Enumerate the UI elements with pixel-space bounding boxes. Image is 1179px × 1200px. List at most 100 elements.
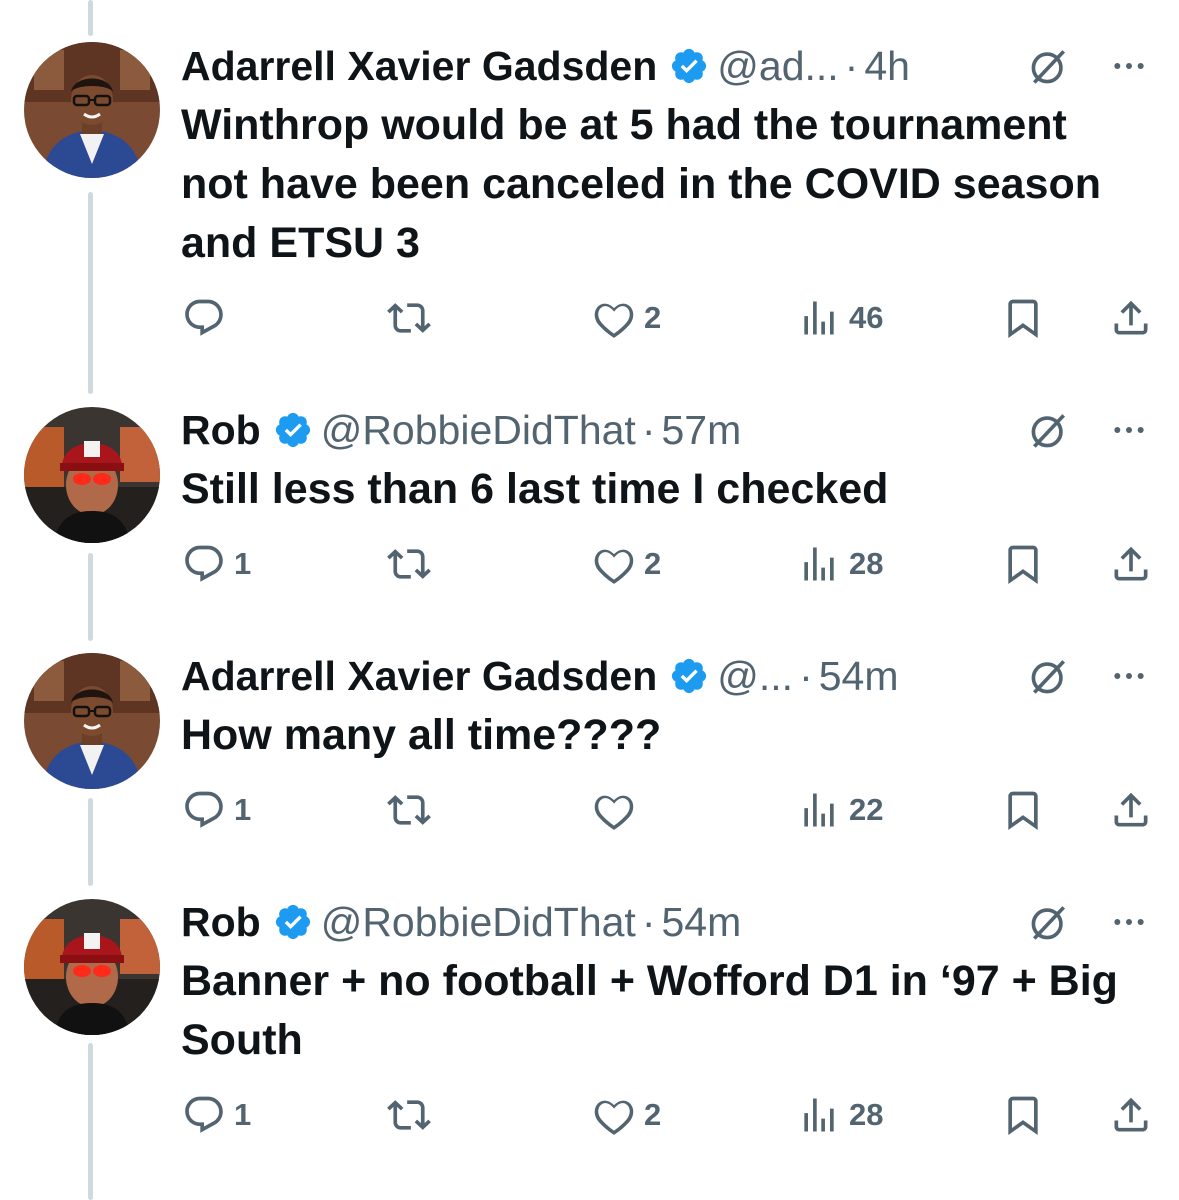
author-name[interactable]: Adarrell Xavier Gadsden [181, 646, 657, 706]
timestamp[interactable]: 57m [661, 400, 741, 460]
tweet-text: Banner + no football + Wofford D1 in ‘97… [181, 957, 1118, 1064]
author-name[interactable]: Rob [181, 892, 261, 952]
tweet-header: Rob @RobbieDidThat · 54m [181, 892, 1149, 952]
retweet-button[interactable] [387, 539, 439, 589]
bar-chart-icon [804, 793, 834, 827]
retweet-arrows-icon [387, 1100, 431, 1130]
bookmark-button[interactable] [1001, 293, 1045, 343]
author-handle[interactable]: @... [717, 646, 793, 706]
tweet-header: Rob @RobbieDidThat · 57m [181, 400, 1149, 460]
ellipsis-icon[interactable] [1109, 902, 1149, 942]
heart-outline-icon [594, 1100, 634, 1135]
bar-chart-icon [804, 1098, 834, 1132]
views-button[interactable]: 28 [797, 1090, 883, 1140]
tweet-text: Winthrop would be at 5 had the tournamen… [181, 101, 1101, 267]
speech-bubble-icon [185, 1096, 223, 1133]
action-bar: 1 22 [0, 785, 1179, 835]
retweet-arrows-icon [387, 303, 431, 333]
author-handle[interactable]: @RobbieDidThat [321, 892, 636, 952]
speech-bubble-icon [185, 545, 223, 582]
retweet-arrows-icon [387, 549, 431, 579]
timestamp[interactable]: 54m [819, 646, 899, 706]
heart-outline-icon [594, 795, 634, 830]
share-button[interactable] [1109, 785, 1153, 835]
like-count: 2 [644, 546, 662, 581]
author-name[interactable]: Adarrell Xavier Gadsden [181, 36, 657, 96]
avatar[interactable] [24, 899, 160, 1035]
reply-button[interactable]: 1 [182, 1090, 251, 1140]
reply-button[interactable]: 1 [182, 785, 251, 835]
grok-slash-circle-icon[interactable] [1027, 44, 1071, 88]
verified-badge-icon [275, 412, 310, 448]
view-count: 46 [849, 300, 884, 335]
share-button[interactable] [1109, 1090, 1153, 1140]
reply-button[interactable]: 1 [182, 539, 251, 589]
header-actions [1027, 892, 1149, 952]
retweet-button[interactable] [387, 293, 439, 343]
red-cap-avatar [24, 407, 160, 543]
ellipsis-icon[interactable] [1109, 656, 1149, 696]
bar-chart-icon [804, 301, 834, 335]
views-button[interactable]: 22 [797, 785, 883, 835]
tweet[interactable]: Rob @RobbieDidThat · 57m Still less than… [0, 380, 1179, 626]
reply-count: 1 [234, 1097, 252, 1132]
ellipsis-icon[interactable] [1109, 410, 1149, 450]
separator-dot: · [641, 899, 656, 945]
verified-badge-icon [275, 904, 310, 940]
avatar[interactable] [24, 42, 160, 178]
share-upload-icon [1114, 300, 1148, 335]
heart-outline-icon [594, 303, 634, 338]
like-count: 2 [644, 1097, 662, 1132]
tweet-text: Still less than 6 last time I checked [181, 465, 889, 513]
tweet[interactable]: Adarrell Xavier Gadsden @... · 54m How m… [0, 626, 1179, 872]
retweet-button[interactable] [387, 785, 439, 835]
red-cap-avatar [24, 899, 160, 1035]
action-bar: 1 2 28 [0, 539, 1179, 589]
bookmark-button[interactable] [1001, 1090, 1045, 1140]
grok-slash-circle-icon[interactable] [1027, 900, 1071, 944]
verified-badge-icon [672, 48, 707, 84]
share-upload-icon [1114, 546, 1148, 581]
avatar[interactable] [24, 653, 160, 789]
reply-count: 1 [234, 792, 252, 827]
author-handle[interactable]: @ad... [717, 36, 838, 96]
author-handle[interactable]: @RobbieDidThat [321, 400, 636, 460]
author-name[interactable]: Rob [181, 400, 261, 460]
share-button[interactable] [1109, 539, 1153, 589]
grok-slash-circle-icon[interactable] [1027, 408, 1071, 452]
views-button[interactable]: 28 [797, 539, 883, 589]
header-actions [1027, 36, 1149, 96]
header-actions [1027, 646, 1149, 706]
reply-button[interactable] [182, 293, 234, 343]
view-count: 28 [849, 1097, 884, 1132]
man-in-suit-avatar [24, 653, 160, 789]
bookmark-button[interactable] [1001, 785, 1045, 835]
bookmark-icon [1008, 545, 1038, 585]
like-button[interactable]: 2 [592, 1090, 661, 1140]
retweet-arrows-icon [387, 795, 431, 825]
speech-bubble-icon [185, 299, 223, 336]
like-button[interactable] [592, 785, 644, 835]
like-button[interactable]: 2 [592, 293, 661, 343]
like-button[interactable]: 2 [592, 539, 661, 589]
header-actions [1027, 400, 1149, 460]
view-count: 22 [849, 792, 884, 827]
share-button[interactable] [1109, 293, 1153, 343]
retweet-button[interactable] [387, 1090, 439, 1140]
bookmark-button[interactable] [1001, 539, 1045, 589]
tweet[interactable]: Rob @RobbieDidThat · 54m Banner + no foo… [0, 872, 1179, 1200]
verified-badge-icon [672, 658, 707, 694]
views-button[interactable]: 46 [797, 293, 883, 343]
tweet-header: Adarrell Xavier Gadsden @ad... · 4h [181, 36, 1149, 96]
bookmark-icon [1008, 1096, 1038, 1136]
timestamp[interactable]: 54m [661, 892, 741, 952]
avatar[interactable] [24, 407, 160, 543]
like-count: 2 [644, 300, 662, 335]
tweet[interactable]: Adarrell Xavier Gadsden @ad... · 4h Wint… [0, 0, 1179, 380]
grok-slash-circle-icon[interactable] [1027, 654, 1071, 698]
ellipsis-icon[interactable] [1109, 46, 1149, 86]
heart-outline-icon [594, 549, 634, 584]
timestamp[interactable]: 4h [864, 36, 910, 96]
bookmark-icon [1008, 299, 1038, 339]
man-in-suit-avatar [24, 42, 160, 178]
